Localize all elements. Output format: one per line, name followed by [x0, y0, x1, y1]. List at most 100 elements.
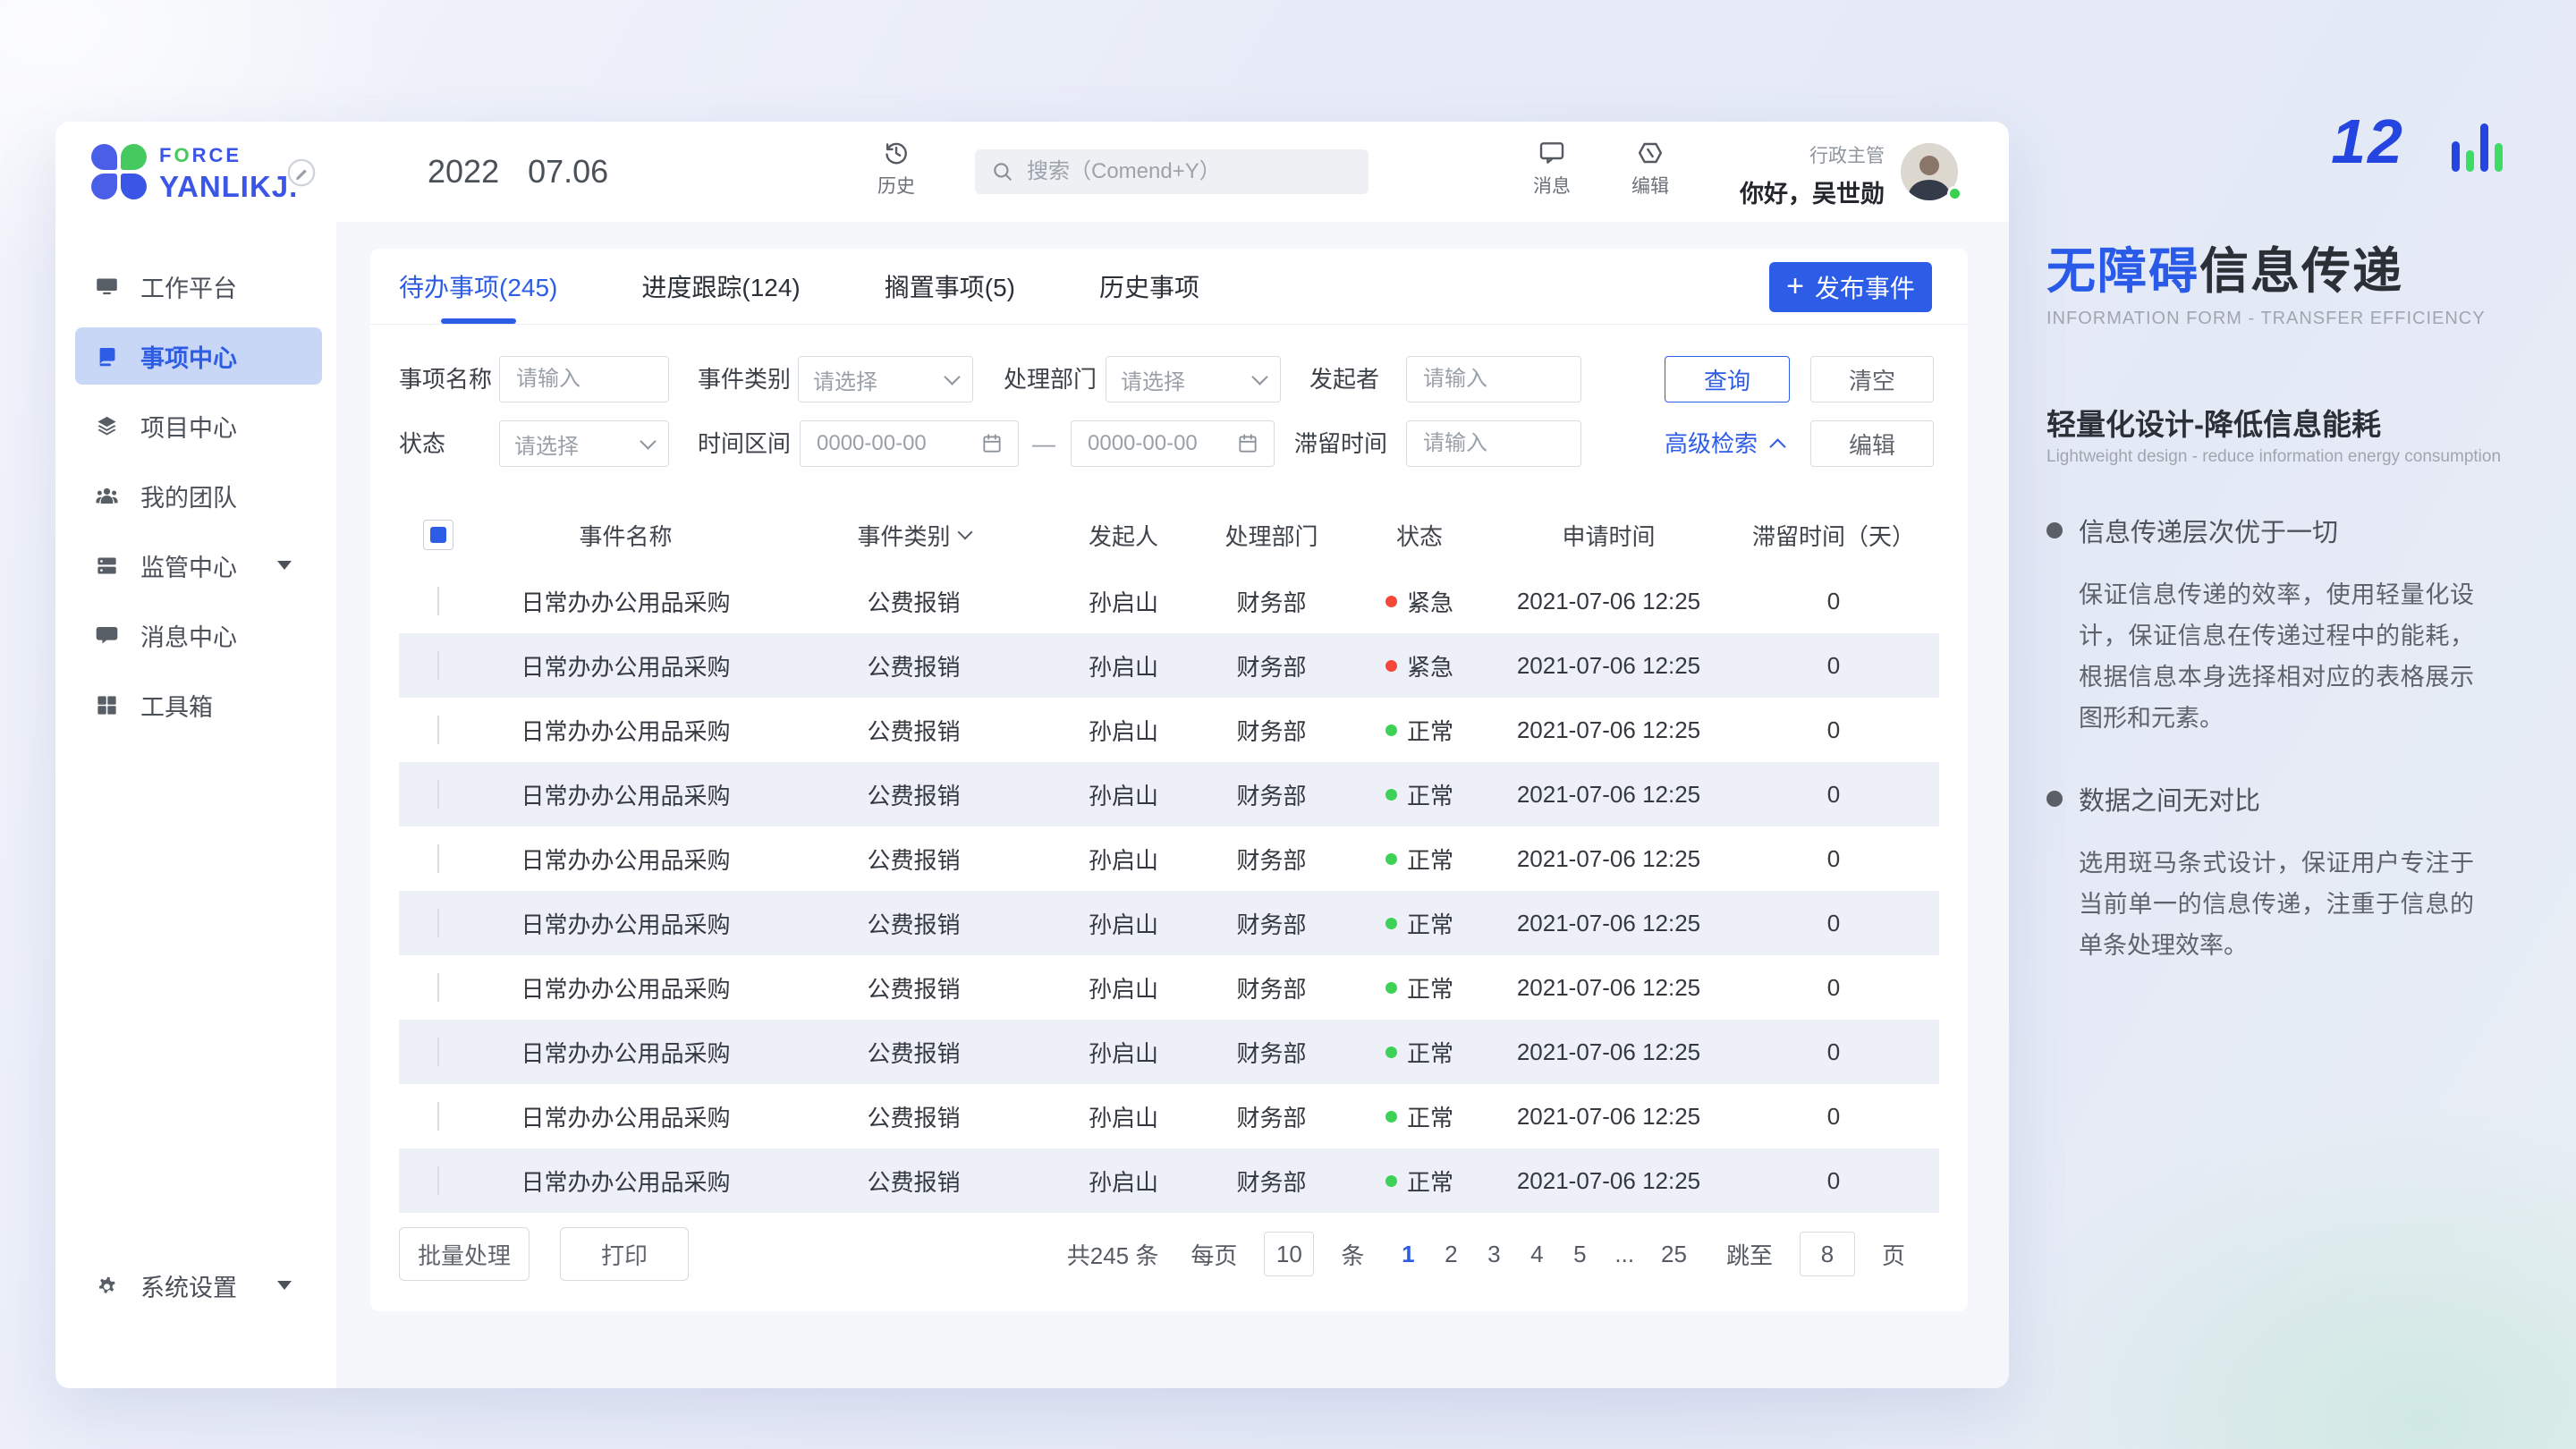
department-select[interactable]: 请选择 [1106, 356, 1281, 402]
status-dot [1385, 918, 1397, 929]
clear-button[interactable]: 清空 [1810, 356, 1934, 402]
date-start-field[interactable] [800, 420, 1019, 467]
batch-process-button[interactable]: 批量处理 [399, 1227, 530, 1281]
publish-event-button[interactable]: + 发布事件 [1769, 262, 1932, 312]
page-number[interactable]: 3 [1486, 1241, 1502, 1268]
table-row[interactable]: 日常办办公用品采购公费报销孙启山财务部正常2021-07-06 12:250 [399, 891, 1939, 955]
cell-apply-time: 2021-07-06 12:25 [1489, 1167, 1728, 1195]
select-all-checkbox[interactable] [423, 520, 453, 550]
edit-button[interactable]: 编辑 [1614, 139, 1686, 199]
sidebar-item[interactable]: 事项中心 [55, 321, 336, 391]
row-checkbox[interactable] [437, 844, 439, 873]
table-row[interactable]: 日常办办公用品采购公费报销孙启山财务部正常2021-07-06 12:250 [399, 826, 1939, 891]
stay-time-field[interactable] [1406, 420, 1581, 467]
cell-department: 财务部 [1193, 843, 1350, 876]
row-checkbox[interactable] [437, 1038, 439, 1066]
row-checkbox[interactable] [437, 909, 439, 937]
date-start-input[interactable] [815, 430, 980, 457]
table-footer: 批量处理 打印 共245 条 每页 10 条 12345...25 跳至 8 页 [370, 1227, 1968, 1281]
tab[interactable]: 历史事项 [1099, 249, 1199, 324]
calendar-icon [1236, 432, 1259, 455]
header-cell: 发起人 [1054, 519, 1193, 552]
table-row[interactable]: 日常办办公用品采购公费报销孙启山财务部正常2021-07-06 12:250 [399, 955, 1939, 1020]
user-role: 行政主管 [1740, 141, 1885, 168]
initiator-field[interactable] [1406, 356, 1581, 402]
sidebar-item-label: 消息中心 [140, 618, 237, 653]
tab[interactable]: 待办事项(245) [399, 249, 557, 324]
table-row[interactable]: 日常办办公用品采购公费报销孙启山财务部紧急2021-07-06 12:250 [399, 633, 1939, 698]
sidebar-item[interactable]: 消息中心 [55, 600, 336, 670]
history-icon [882, 139, 911, 167]
row-checkbox[interactable] [437, 716, 439, 744]
online-status-dot [1947, 186, 1962, 201]
cell-event-name: 日常办办公用品采购 [478, 778, 774, 811]
row-checkbox[interactable] [437, 651, 439, 680]
page-number[interactable]: 25 [1661, 1241, 1687, 1268]
event-category-select[interactable]: 请选择 [798, 356, 973, 402]
sidebar-item-settings[interactable]: 系统设置 [55, 1250, 336, 1320]
status-text: 正常 [1407, 1100, 1453, 1133]
jump-unit: 页 [1882, 1238, 1905, 1271]
sidebar-item[interactable]: 工作平台 [55, 251, 336, 321]
per-page-select[interactable]: 10 [1264, 1232, 1314, 1276]
query-button[interactable]: 查询 [1665, 356, 1790, 402]
cell-department: 财务部 [1193, 649, 1350, 682]
table-row[interactable]: 日常办办公用品采购公费报销孙启山财务部正常2021-07-06 12:250 [399, 1020, 1939, 1084]
tab[interactable]: 搁置事项(5) [885, 249, 1015, 324]
table-row[interactable]: 日常办办公用品采购公费报销孙启山财务部正常2021-07-06 12:250 [399, 762, 1939, 826]
filter-label-time-range: 时间区间 [698, 420, 791, 467]
page-number[interactable]: 4 [1529, 1241, 1545, 1268]
status-dot [1385, 1046, 1397, 1058]
table-row[interactable]: 日常办办公用品采购公费报销孙启山财务部正常2021-07-06 12:250 [399, 698, 1939, 762]
search-input[interactable] [1025, 158, 1352, 185]
stay-time-input[interactable] [1421, 430, 1566, 457]
bullet-dot [2046, 522, 2063, 538]
cell-department: 财务部 [1193, 1165, 1350, 1198]
status-dot [1385, 596, 1397, 607]
history-button[interactable]: 历史 [860, 139, 932, 199]
cell-stay-days: 0 [1728, 845, 1939, 873]
collapse-pencil-icon[interactable] [286, 157, 317, 188]
page-number[interactable]: 5 [1572, 1241, 1588, 1268]
page-number[interactable]: 2 [1443, 1241, 1459, 1268]
row-checkbox[interactable] [437, 587, 439, 615]
table-row[interactable]: 日常办办公用品采购公费报销孙启山财务部正常2021-07-06 12:250 [399, 1148, 1939, 1213]
status-select[interactable]: 请选择 [499, 420, 669, 467]
advanced-search-link[interactable]: 高级检索 [1665, 420, 1784, 467]
row-checkbox[interactable] [437, 1166, 439, 1195]
cell-apply-time: 2021-07-06 12:25 [1489, 1103, 1728, 1131]
date-end-field[interactable] [1071, 420, 1275, 467]
cell-category: 公费报销 [774, 907, 1054, 940]
edit-filter-button[interactable]: 编辑 [1810, 420, 1934, 467]
table-row[interactable]: 日常办办公用品采购公费报销孙启山财务部紧急2021-07-06 12:250 [399, 569, 1939, 633]
toolbox-icon [95, 693, 119, 717]
item-name-field[interactable] [499, 356, 669, 402]
tab[interactable]: 进度跟踪(124) [641, 249, 800, 324]
table-row[interactable]: 日常办办公用品采购公费报销孙启山财务部正常2021-07-06 12:250 [399, 1084, 1939, 1148]
date-end-input[interactable] [1086, 430, 1236, 457]
item-name-input[interactable] [514, 366, 654, 393]
tabs-row: 待办事项(245) 进度跟踪(124) 搁置事项(5) 历史事项 + 发布事件 [370, 249, 1968, 325]
cell-category: 公费报销 [774, 1100, 1054, 1133]
page-number[interactable]: 1 [1400, 1241, 1416, 1268]
history-label: 历史 [860, 172, 932, 199]
sidebar-item[interactable]: 我的团队 [55, 461, 336, 530]
jump-page-input[interactable]: 8 [1800, 1232, 1855, 1276]
bullet-title: 数据之间无对比 [2079, 780, 2260, 818]
sidebar-item[interactable]: 工具箱 [55, 670, 336, 740]
print-button[interactable]: 打印 [560, 1227, 689, 1281]
cell-department: 财务部 [1193, 971, 1350, 1004]
cell-event-name: 日常办办公用品采购 [478, 585, 774, 618]
sidebar-item[interactable]: 监管中心 [55, 530, 336, 600]
header-cell: 滞留时间（天） [1728, 519, 1939, 552]
row-checkbox[interactable] [437, 780, 439, 809]
messages-button[interactable]: 消息 [1516, 139, 1588, 199]
initiator-input[interactable] [1421, 366, 1566, 393]
cell-initiator: 孙启山 [1054, 1036, 1193, 1069]
global-search[interactable] [975, 149, 1368, 194]
sort-chevron-icon[interactable] [957, 525, 972, 540]
sidebar-item[interactable]: 项目中心 [55, 391, 336, 461]
row-checkbox[interactable] [437, 973, 439, 1002]
calendar-icon [980, 432, 1004, 455]
row-checkbox[interactable] [437, 1102, 439, 1131]
